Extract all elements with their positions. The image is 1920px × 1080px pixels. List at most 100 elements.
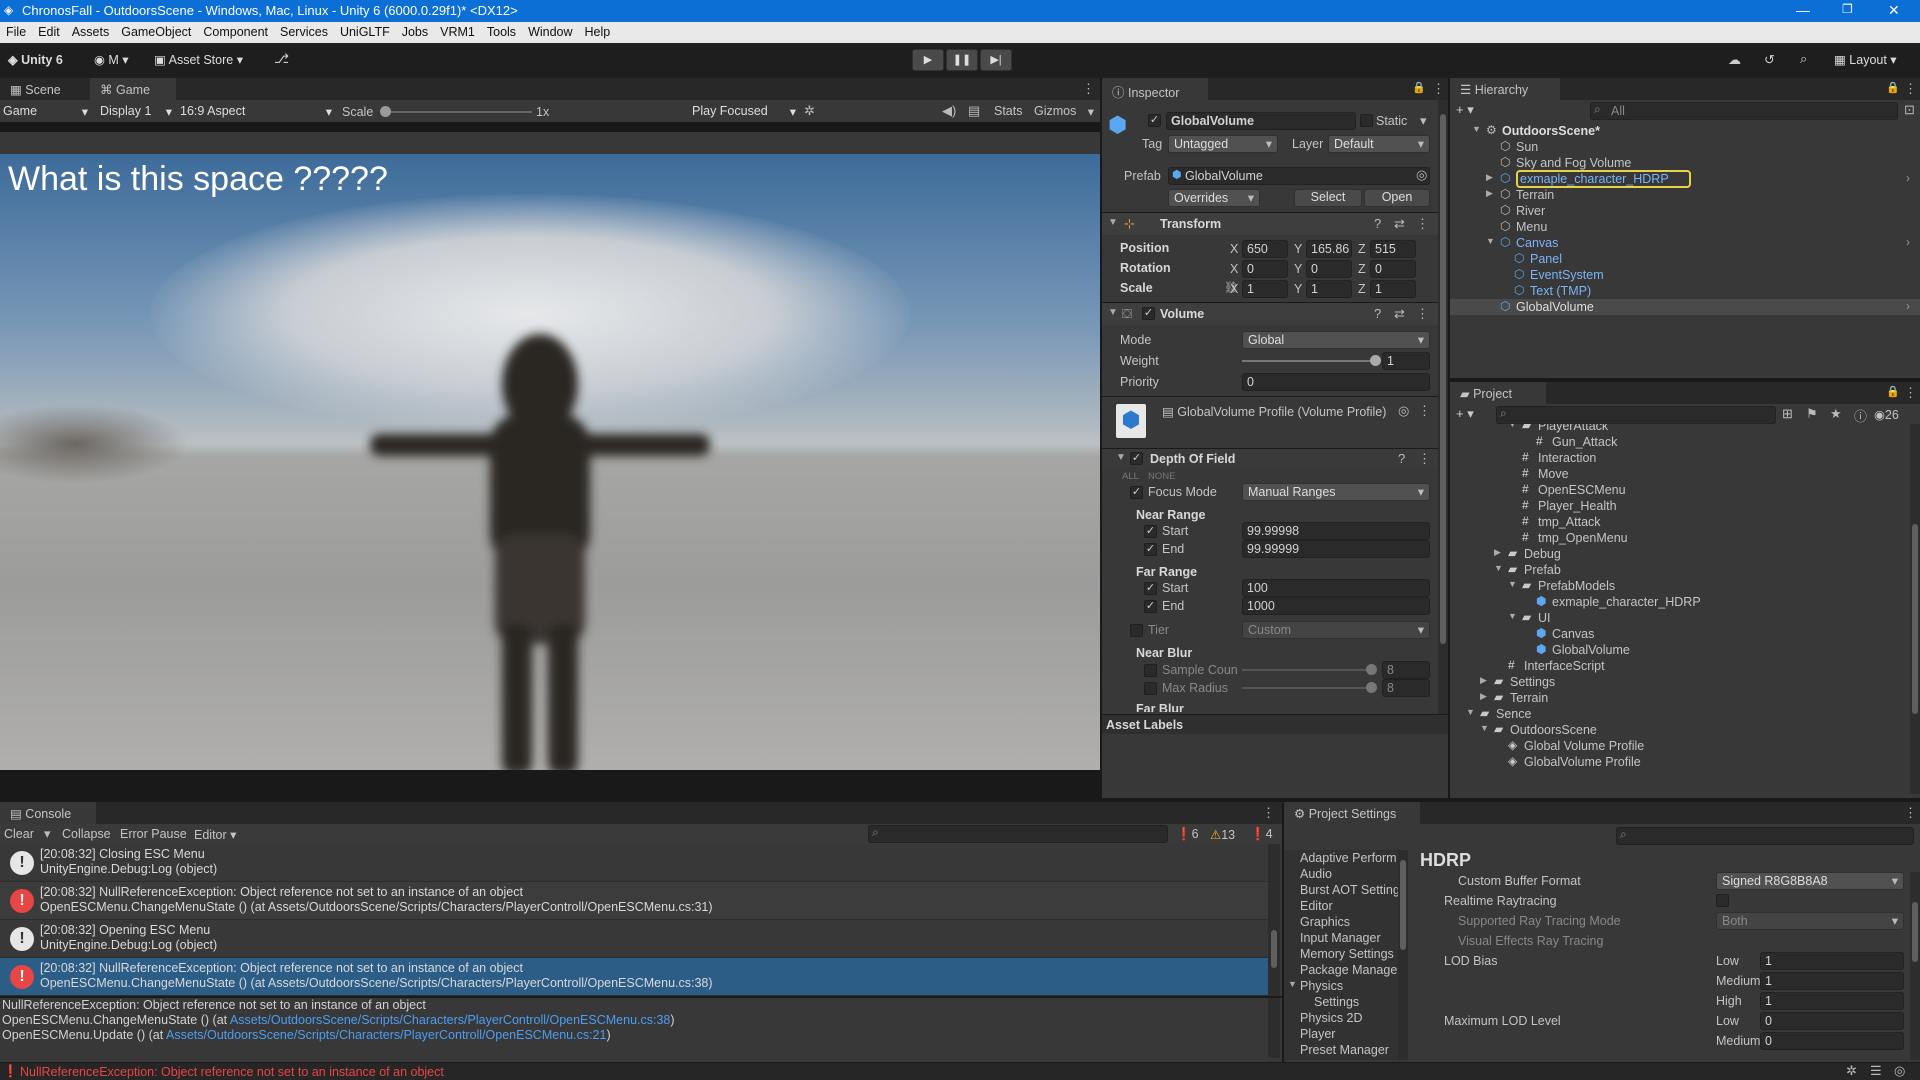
lod-bias-low-field[interactable]: 1 bbox=[1760, 952, 1904, 970]
lod-bias-medium-field[interactable]: 1 bbox=[1760, 972, 1904, 990]
settings-list-item[interactable]: ▼ Physics bbox=[1284, 978, 1398, 994]
transform-rot-x-field[interactable]: 0 bbox=[1242, 260, 1288, 278]
foldout-icon[interactable]: ▼ bbox=[1288, 979, 1297, 989]
pause-button[interactable]: ❚❚ bbox=[946, 49, 978, 71]
foldout-icon[interactable]: ▶ bbox=[1486, 172, 1493, 183]
menu-item-assets[interactable]: Assets bbox=[66, 22, 116, 39]
version-control-icon[interactable]: ⎇ bbox=[274, 51, 289, 67]
info-count-toggle[interactable]: ❗6 bbox=[1176, 827, 1199, 842]
menu-item-help[interactable]: Help bbox=[579, 22, 617, 39]
tab-console[interactable]: ▤ Console bbox=[0, 802, 96, 824]
transform-scl-x-field[interactable]: 1 bbox=[1242, 280, 1288, 298]
settings-list-item[interactable]: Editor bbox=[1284, 898, 1398, 914]
project-item[interactable]: # Player_Health bbox=[1450, 498, 1910, 514]
project-item[interactable]: ⬢ GlobalVolume bbox=[1450, 642, 1910, 658]
create-asset-button[interactable]: + ▾ bbox=[1456, 406, 1474, 422]
settings-list-item[interactable]: Graphics bbox=[1284, 914, 1398, 930]
far-start-checkbox[interactable]: ✓ bbox=[1144, 582, 1157, 595]
object-picker-icon[interactable]: ◎ bbox=[1416, 167, 1427, 183]
editor-dropdown[interactable]: Editor ▾ bbox=[194, 827, 236, 842]
project-item[interactable]: ⬢ exmaple_character_HDRP bbox=[1450, 594, 1910, 610]
console-entry[interactable]: ! [20:08:32] Opening ESC Menu UnityEngine.… bbox=[0, 920, 1268, 958]
component-menu-icon[interactable]: ⋮ bbox=[1416, 306, 1429, 322]
help-icon[interactable]: ? bbox=[1374, 306, 1381, 321]
project-item[interactable]: # InterfaceScript bbox=[1450, 658, 1910, 674]
foldout-icon[interactable]: ▼ bbox=[1508, 424, 1517, 429]
project-item[interactable]: ▼ ▰ PrefabModels bbox=[1450, 578, 1910, 594]
dof-header[interactable]: ▼ ✓ Depth Of Field ? ⋮ bbox=[1102, 449, 1438, 469]
search-by-type-icon[interactable]: ⊞ bbox=[1782, 406, 1793, 422]
presets-icon[interactable]: ⇄ bbox=[1394, 216, 1405, 232]
volume-header[interactable]: ▼ ⛋ ✓ Volume ? ⇄ ⋮ bbox=[1102, 303, 1438, 325]
step-button[interactable]: ▶| bbox=[980, 49, 1012, 71]
foldout-icon[interactable]: ▼ bbox=[1486, 236, 1495, 246]
console-search-input[interactable] bbox=[868, 825, 1168, 843]
foldout-icon[interactable]: ▼ bbox=[1480, 723, 1489, 733]
status-error-text[interactable]: NullReferenceException: Object reference… bbox=[20, 1065, 444, 1079]
foldout-icon[interactable]: ▼ bbox=[1508, 611, 1517, 621]
hierarchy-item[interactable]: ⬡ EventSystem bbox=[1450, 267, 1920, 283]
max-radius-field[interactable]: 8 bbox=[1382, 679, 1430, 697]
settings-list-item[interactable]: Audio bbox=[1284, 866, 1398, 882]
aspect-dropdown[interactable]: 16:9 Aspect ▾ bbox=[180, 104, 332, 119]
layer-dropdown[interactable]: Default bbox=[1328, 135, 1430, 153]
console-scroll-thumb[interactable] bbox=[1271, 930, 1277, 968]
max-radius-checkbox[interactable] bbox=[1144, 682, 1157, 695]
project-search-input[interactable] bbox=[1496, 406, 1776, 424]
menu-item-file[interactable]: File bbox=[0, 22, 32, 39]
cloud-icon[interactable]: ☁ bbox=[1728, 52, 1741, 68]
foldout-icon[interactable]: ▼ bbox=[1108, 217, 1118, 228]
sample-count-slider[interactable] bbox=[1242, 669, 1374, 671]
menu-item-services[interactable]: Services bbox=[274, 22, 334, 39]
create-button[interactable]: + ▾ bbox=[1456, 102, 1474, 118]
hierarchy-menu-icon[interactable]: ⋮ bbox=[1904, 81, 1917, 97]
account-button[interactable]: ◉ M ▾ bbox=[94, 52, 129, 67]
settings-list-item[interactable]: Preset Manager bbox=[1284, 1042, 1398, 1058]
settings-list-item[interactable]: Package Manage bbox=[1284, 962, 1398, 978]
inspector-scroll-thumb[interactable] bbox=[1440, 114, 1446, 644]
game-render[interactable] bbox=[0, 154, 1100, 770]
max-radius-slider[interactable] bbox=[1242, 687, 1374, 689]
sample-count-field[interactable]: 8 bbox=[1382, 661, 1430, 679]
restore-icon[interactable]: ❐ bbox=[1842, 2, 1853, 16]
hierarchy-item[interactable]: ▼ ⬡ Canvas › bbox=[1450, 235, 1920, 251]
console-menu-icon[interactable]: ⋮ bbox=[1262, 805, 1275, 821]
weight-slider-handle[interactable] bbox=[1370, 355, 1381, 366]
settings-list-thumb[interactable] bbox=[1400, 860, 1406, 950]
project-item[interactable]: ▼ ▰ Prefab bbox=[1450, 562, 1910, 578]
far-end-field[interactable]: 1000 bbox=[1242, 597, 1430, 615]
menu-item-gameobject[interactable]: GameObject bbox=[115, 22, 197, 39]
none-button[interactable]: NONE bbox=[1148, 471, 1175, 482]
audio-icon[interactable]: ◀) bbox=[942, 103, 956, 119]
project-item[interactable]: # tmp_Attack bbox=[1450, 514, 1910, 530]
foldout-icon[interactable]: ▼ bbox=[1466, 707, 1475, 717]
tier-checkbox[interactable] bbox=[1130, 624, 1143, 637]
select-button[interactable]: Select bbox=[1294, 189, 1362, 207]
hierarchy-item[interactable]: ⬡ Text (TMP) bbox=[1450, 283, 1920, 299]
console-entry[interactable]: ! [20:08:32] NullReferenceException: Obje… bbox=[0, 882, 1268, 920]
display-dropdown[interactable]: Display 1 ▾ bbox=[100, 104, 172, 119]
project-item[interactable]: ▼ ▰ PlayerAttack bbox=[1450, 424, 1910, 434]
asset-store-button[interactable]: ▣ Asset Store ▾ bbox=[154, 52, 243, 67]
object-picker-icon[interactable]: ◎ bbox=[1398, 403, 1409, 419]
project-item[interactable]: # Gun_Attack bbox=[1450, 434, 1910, 450]
static-dropdown-icon[interactable]: ▾ bbox=[1420, 113, 1427, 129]
project-item[interactable]: ◈ GlobalVolume Profile bbox=[1450, 754, 1910, 770]
tab-game[interactable]: ⌘ Game bbox=[90, 78, 176, 100]
active-checkbox[interactable]: ✓ bbox=[1148, 114, 1161, 127]
settings-list-item[interactable]: Adaptive Perform bbox=[1284, 850, 1398, 866]
sample-count-checkbox[interactable] bbox=[1144, 664, 1157, 677]
stats-button[interactable]: Stats bbox=[994, 104, 1023, 118]
info-icon[interactable]: ⓘ bbox=[1854, 406, 1867, 425]
project-scrollbar[interactable] bbox=[1910, 424, 1920, 794]
project-item[interactable]: ▶ ▰ Terrain bbox=[1450, 690, 1910, 706]
inspector-menu-icon[interactable]: ⋮ bbox=[1432, 81, 1445, 97]
settings-list-item[interactable]: Physics 2D bbox=[1284, 1010, 1398, 1026]
profile-field[interactable]: ▤ GlobalVolume Profile (Volume Profile) bbox=[1162, 404, 1412, 419]
tag-dropdown[interactable]: Untagged bbox=[1168, 135, 1278, 153]
weight-field[interactable]: 1 bbox=[1382, 352, 1430, 370]
foldout-icon[interactable]: ▼ bbox=[1508, 579, 1517, 589]
settings-list-item[interactable]: Memory Settings bbox=[1284, 946, 1398, 962]
hierarchy-item[interactable]: ⬡ River bbox=[1450, 203, 1920, 219]
layout-dropdown[interactable]: ▦ Layout ▾ bbox=[1834, 52, 1897, 67]
